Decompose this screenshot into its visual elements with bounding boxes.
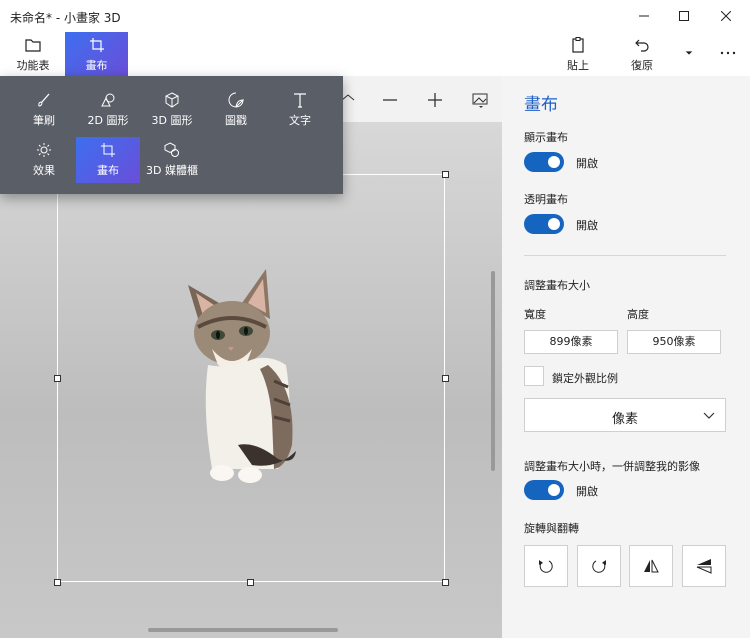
show-canvas-state: 開啟 (576, 157, 598, 170)
lock-aspect-label: 鎖定外觀比例 (552, 372, 618, 385)
rotate-left-icon (539, 560, 553, 573)
height-label: 高度 (627, 308, 649, 321)
flyout-label: 3D 圖形 (151, 114, 193, 127)
rotate-right-icon (592, 560, 606, 573)
rotate-right-button[interactable] (577, 545, 621, 587)
flyout-effects[interactable]: 效果 (12, 137, 76, 183)
width-label: 寬度 (524, 308, 546, 321)
resize-image-label: 調整畫布大小時，一併調整我的影像 (524, 460, 700, 473)
flyout-label: 文字 (289, 114, 311, 127)
maximize-button[interactable] (670, 4, 698, 28)
flyout-stickers[interactable]: 圖戳 (204, 87, 268, 133)
chevron-down-icon (703, 412, 715, 419)
brush-icon (38, 93, 50, 107)
title-bar: 未命名* - 小畫家 3D (0, 0, 750, 32)
resize-canvas-title: 調整畫布大小 (524, 279, 590, 292)
minimize-button[interactable] (630, 4, 658, 28)
3d-library-icon (164, 142, 179, 157)
resize-handle-bottom-left[interactable] (54, 579, 61, 586)
undo-button[interactable]: 復原 (622, 32, 662, 76)
canvas-frame[interactable] (57, 174, 445, 582)
transparent-canvas-label: 透明畫布 (524, 193, 568, 206)
3d-shapes-icon (165, 92, 179, 108)
vertical-scrollbar[interactable] (491, 271, 495, 471)
flyout-label: 畫布 (97, 164, 119, 177)
stickers-icon (228, 92, 244, 108)
flyout-3d-library[interactable]: 3D 媒體櫃 (140, 137, 204, 183)
flyout-2d-shapes[interactable]: 2D 圖形 (76, 87, 140, 133)
height-field[interactable]: 950像素 (627, 330, 721, 354)
rotate-left-button[interactable] (524, 545, 568, 587)
history-dropdown-button[interactable] (678, 32, 700, 76)
canvas-tool-button[interactable]: 畫布 (65, 32, 128, 76)
flyout-label: 圖戳 (225, 114, 247, 127)
crop-icon (89, 37, 104, 52)
panel-title: 畫布 (524, 95, 558, 115)
flip-vertical-button[interactable] (682, 545, 726, 587)
flyout-text[interactable]: 文字 (268, 87, 332, 133)
flip-vertical-icon (696, 559, 712, 574)
flip-horizontal-icon (644, 559, 659, 573)
paste-label: 貼上 (567, 58, 589, 72)
window-title: 未命名* - 小畫家 3D (10, 11, 121, 25)
effects-icon (37, 143, 51, 157)
unit-select-value: 像素 (611, 412, 638, 427)
2d-shapes-icon (101, 93, 115, 107)
chevron-down-icon (685, 50, 693, 55)
transparent-canvas-state: 開啟 (576, 219, 598, 232)
resize-handle-bottom-right[interactable] (442, 579, 449, 586)
flyout-3d-shapes[interactable]: 3D 圖形 (140, 87, 204, 133)
menu-label: 功能表 (16, 58, 50, 72)
show-canvas-toggle[interactable] (524, 152, 564, 172)
show-canvas-label: 顯示畫布 (524, 131, 568, 144)
more-icon (720, 51, 736, 54)
paste-button[interactable]: 貼上 (558, 32, 598, 76)
main-toolbar: 功能表 畫布 貼上 復原 (0, 32, 750, 76)
canvas-icon (101, 143, 115, 157)
resize-handle-bottom[interactable] (247, 579, 254, 586)
flip-horizontal-button[interactable] (629, 545, 673, 587)
text-icon (294, 93, 306, 108)
transparent-canvas-toggle[interactable] (524, 214, 564, 234)
panel-divider (524, 255, 726, 256)
zoom-in-icon[interactable] (423, 88, 447, 112)
horizontal-scrollbar[interactable] (148, 628, 338, 632)
flyout-canvas[interactable]: 畫布 (76, 137, 140, 183)
resize-handle-right[interactable] (442, 375, 449, 382)
canvas-tool-label: 畫布 (85, 58, 108, 72)
flyout-brushes[interactable]: 筆刷 (12, 87, 76, 133)
close-button[interactable] (712, 4, 740, 28)
kitten-image (188, 269, 296, 483)
clipboard-icon (572, 36, 584, 53)
resize-handle-top-right[interactable] (442, 171, 449, 178)
rotate-flip-label: 旋轉與翻轉 (524, 522, 579, 535)
folder-icon (25, 38, 41, 52)
menu-button[interactable]: 功能表 (10, 32, 56, 76)
canvas-panel: 畫布 顯示畫布 開啟 透明畫布 開啟 調整畫布大小 寬度 高度 899像素 95… (502, 76, 750, 638)
flyout-label: 3D 媒體櫃 (146, 164, 198, 177)
lock-aspect-checkbox[interactable] (524, 366, 544, 386)
resize-image-toggle[interactable] (524, 480, 564, 500)
flyout-label: 2D 圖形 (87, 114, 129, 127)
unit-select[interactable]: 像素 (524, 398, 726, 432)
zoom-out-icon[interactable] (378, 88, 402, 112)
image-view-icon[interactable] (468, 88, 492, 112)
flyout-label: 筆刷 (33, 114, 55, 127)
flyout-label: 效果 (33, 164, 55, 177)
resize-handle-left[interactable] (54, 375, 61, 382)
resize-image-state: 開啟 (576, 485, 598, 498)
width-field[interactable]: 899像素 (524, 330, 618, 354)
tools-flyout: 筆刷 2D 圖形 3D 圖形 圖戳 文字 效果 畫布 3D 媒體櫃 (0, 76, 343, 194)
undo-icon (635, 39, 649, 52)
undo-label: 復原 (631, 58, 653, 72)
more-button[interactable] (714, 32, 742, 76)
